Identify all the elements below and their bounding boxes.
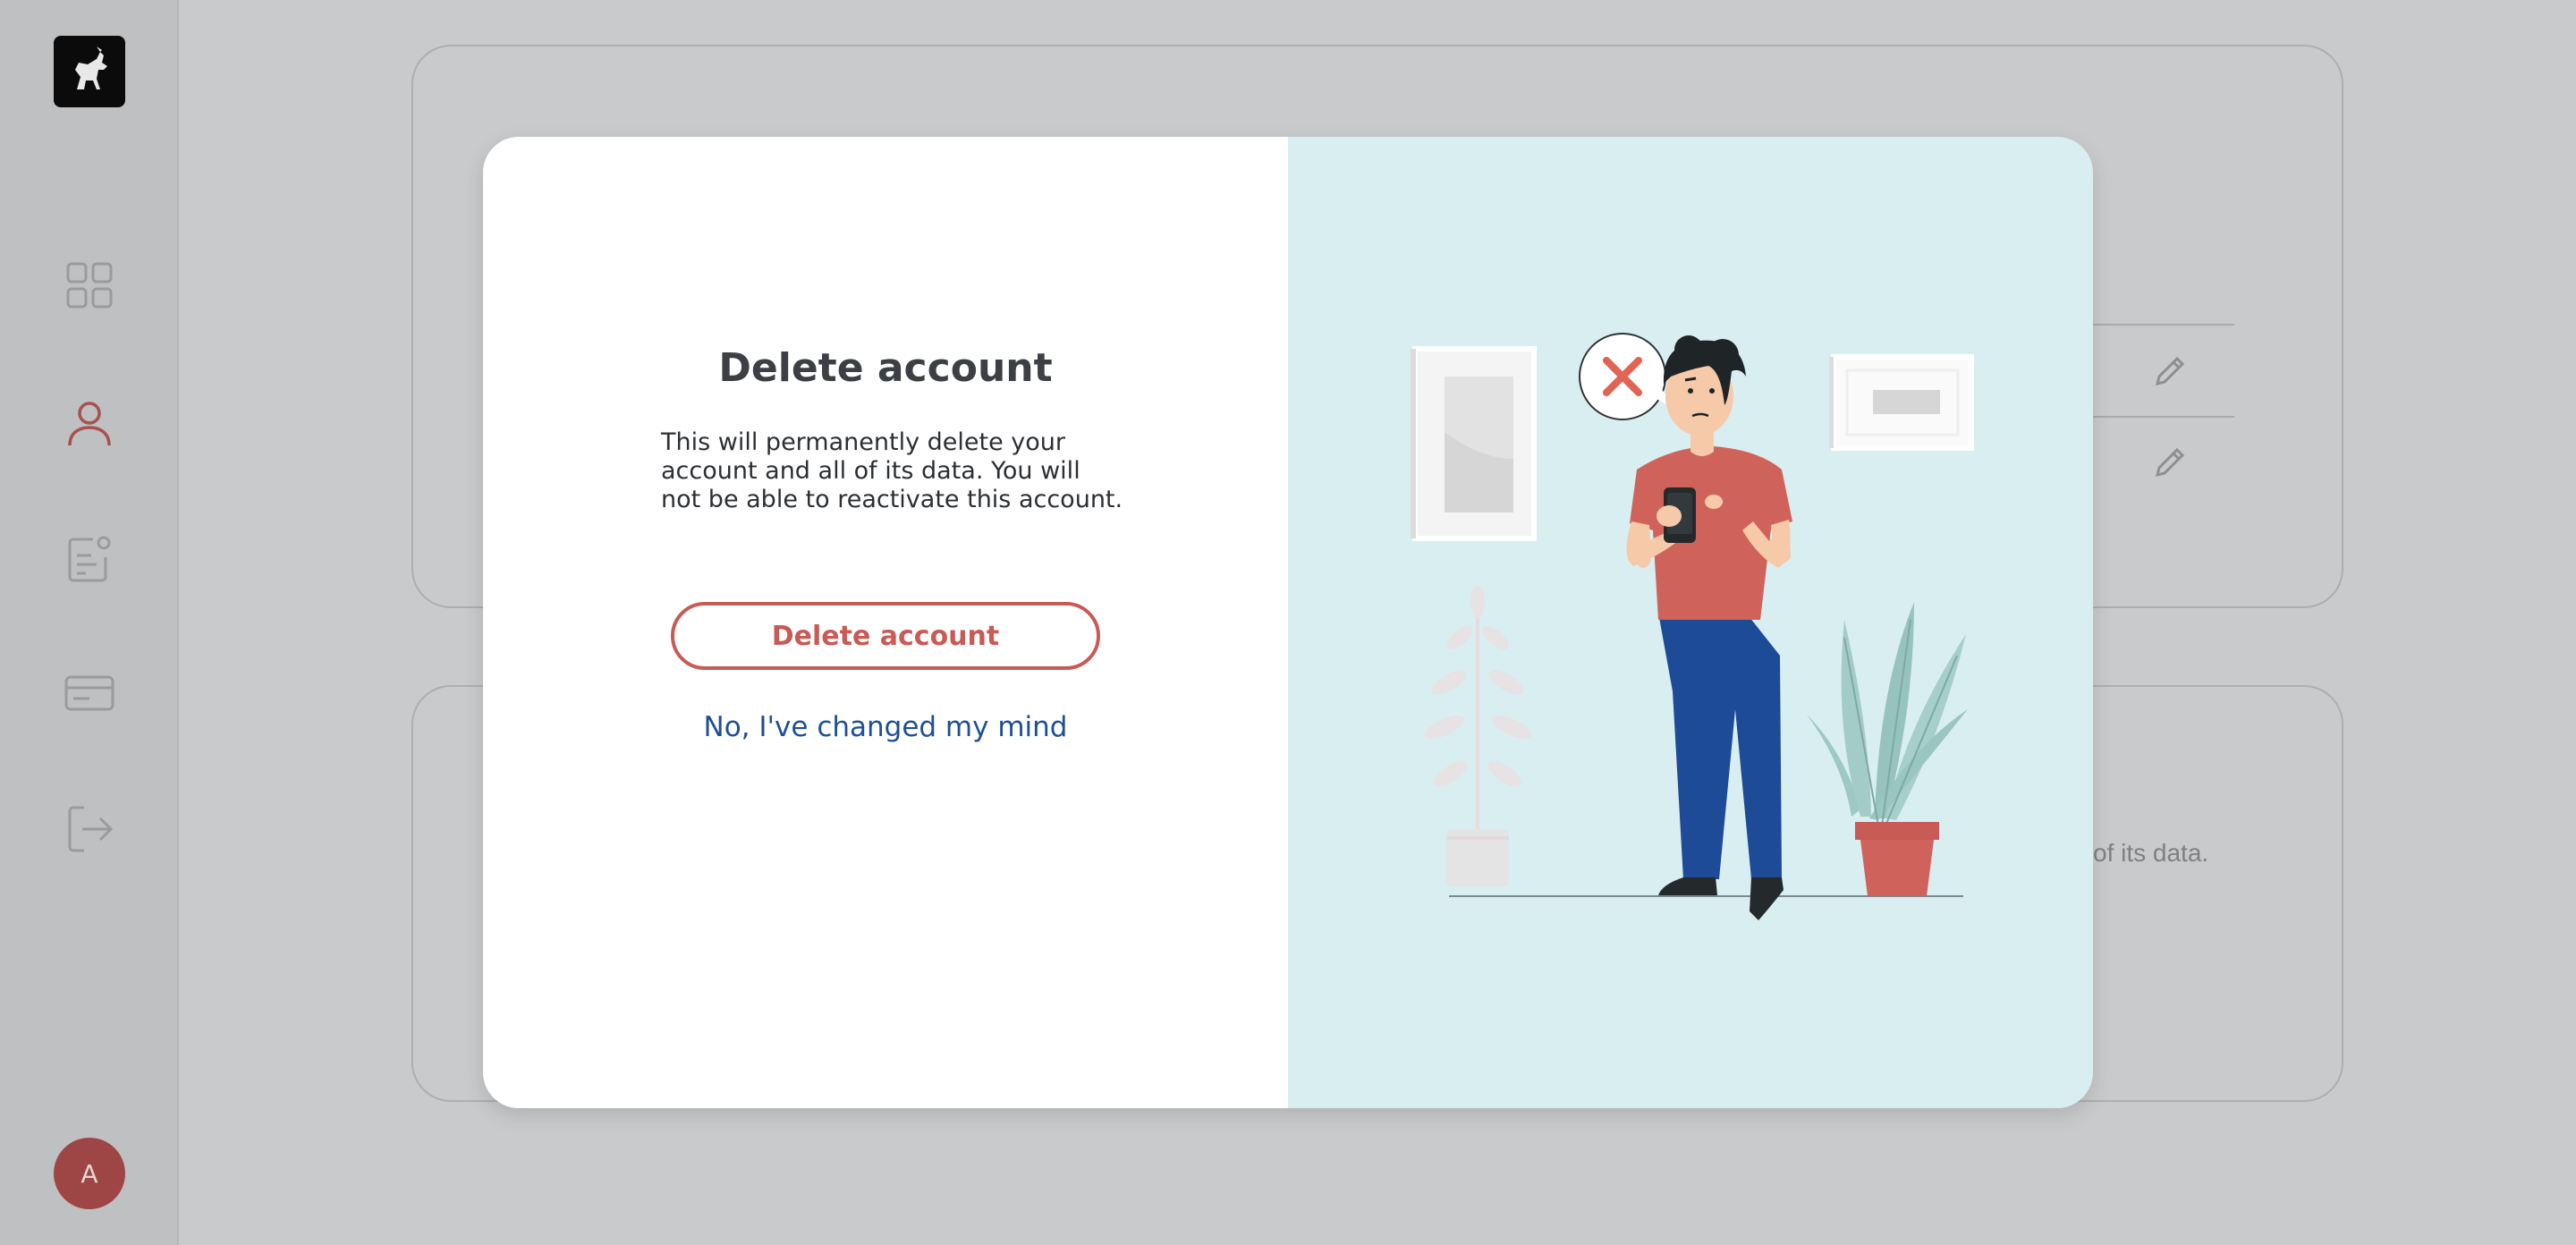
background-divider (2093, 324, 2234, 326)
pencil-icon (2155, 447, 2185, 478)
document-badge-icon (68, 536, 111, 582)
credit-card-icon (64, 675, 114, 711)
delete-account-modal: Delete account This will permanently del… (483, 137, 2093, 1108)
logout-icon (68, 806, 114, 852)
modal-description: This will permanently delete your accoun… (661, 428, 1123, 513)
background-edit-button (2150, 351, 2190, 391)
background-edit-button (2150, 443, 2190, 482)
sidebar: A (0, 0, 179, 1245)
user-icon (68, 402, 111, 446)
modal-illustration-panel (1288, 137, 2093, 1108)
modal-content-panel: Delete account This will permanently del… (483, 137, 1288, 1108)
pencil-icon (2155, 356, 2185, 386)
goat-logo-icon (75, 47, 107, 89)
app-logo[interactable] (54, 36, 125, 107)
avatar-initial: A (80, 1158, 98, 1189)
sidebar-item-account[interactable] (61, 394, 118, 451)
dashboard-grid-icon (66, 262, 113, 309)
modal-title: Delete account (718, 345, 1053, 391)
user-avatar[interactable]: A (54, 1138, 125, 1209)
sidebar-item-dashboard[interactable] (61, 257, 118, 314)
background-divider (2093, 416, 2234, 418)
confirm-delete-account-button[interactable]: Delete account (671, 602, 1100, 670)
sidebar-item-documents[interactable] (61, 530, 118, 588)
background-card-text: of its data. (2093, 839, 2209, 867)
cancel-delete-link[interactable]: No, I've changed my mind (483, 711, 1288, 743)
sidebar-item-logout[interactable] (61, 800, 118, 858)
sidebar-item-billing[interactable] (61, 665, 118, 722)
man-with-phone-rejected-illustration (1411, 333, 1974, 920)
